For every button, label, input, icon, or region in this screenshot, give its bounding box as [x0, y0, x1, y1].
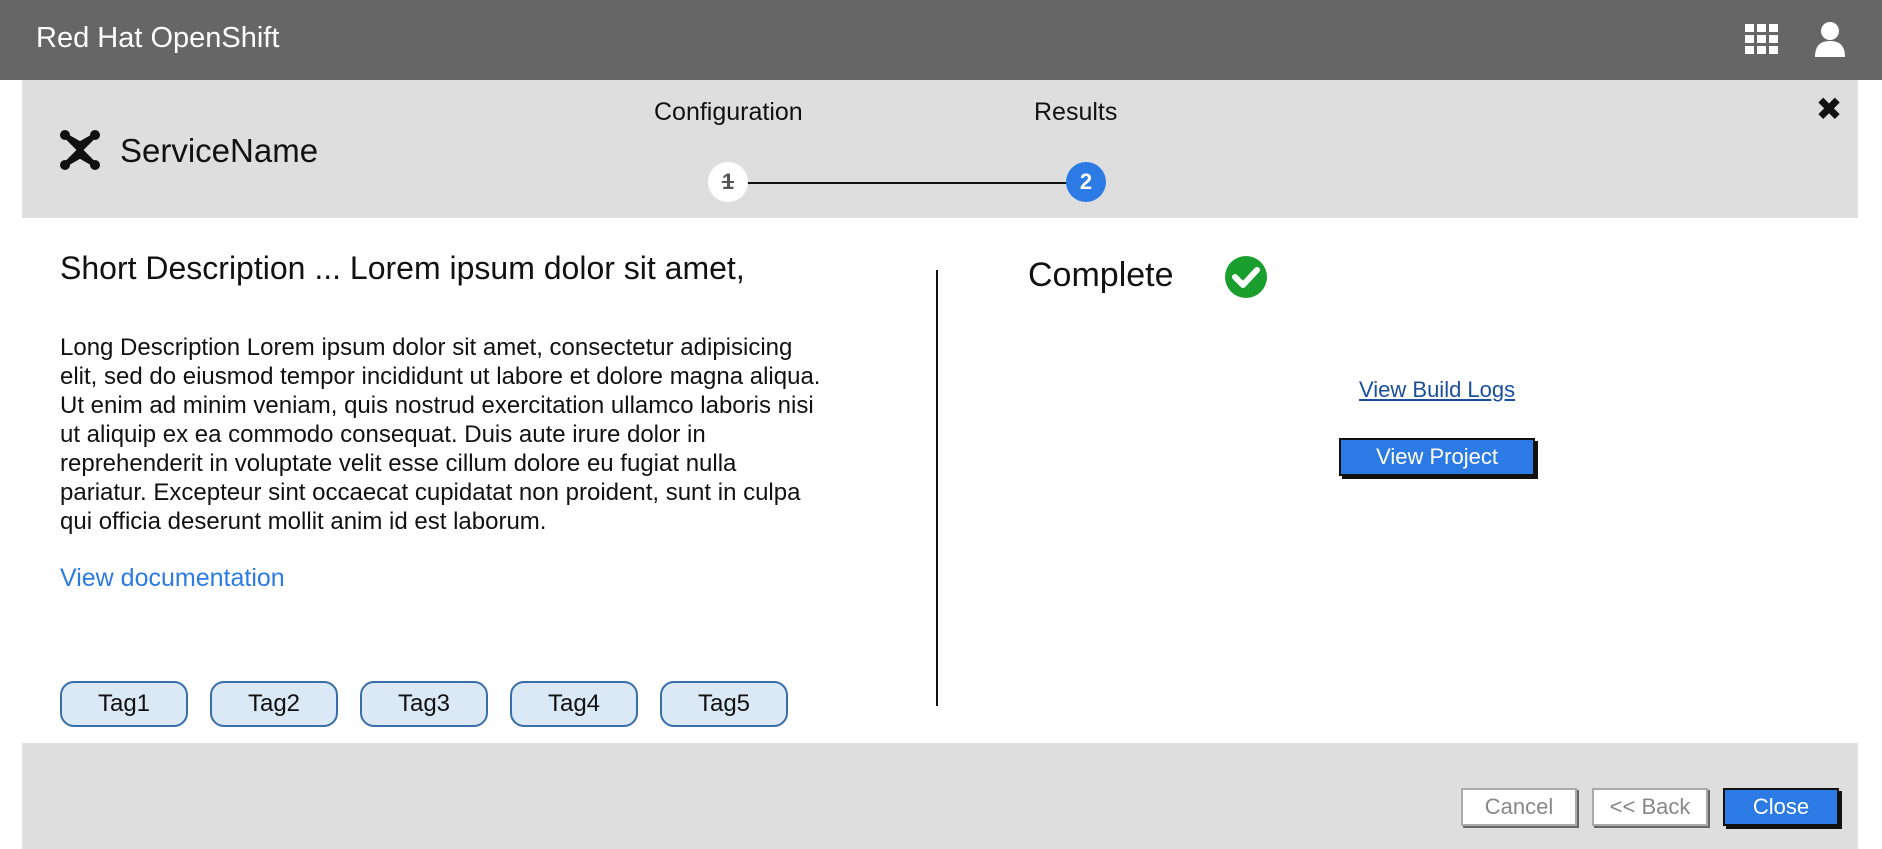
- step-configuration-label[interactable]: Configuration: [654, 98, 803, 127]
- column-divider: [936, 270, 938, 706]
- tag-1[interactable]: Tag1: [60, 681, 188, 727]
- long-description-line: qui officia deserunt mollit anim id est …: [60, 508, 547, 535]
- masthead: Red Hat OpenShift: [0, 0, 1882, 80]
- step-1-indicator[interactable]: 1: [708, 162, 748, 202]
- view-project-button[interactable]: View Project: [1339, 438, 1535, 476]
- step-connector: [732, 182, 1092, 184]
- tag-3[interactable]: Tag3: [360, 681, 488, 727]
- wizard-footer: Cancel << Back Close: [22, 743, 1858, 849]
- check-circle-icon: [1225, 256, 1267, 298]
- step-2-indicator[interactable]: 2: [1066, 162, 1106, 202]
- user-icon[interactable]: [1813, 21, 1847, 57]
- long-description-line: pariatur. Excepteur sint occaecat cupida…: [60, 479, 801, 506]
- brand-title: Red Hat OpenShift: [36, 22, 280, 54]
- long-description: Long Description Lorem ipsum dolor sit a…: [60, 333, 880, 536]
- service-name: ServiceName: [120, 132, 319, 169]
- status-complete-label: Complete: [1028, 256, 1174, 294]
- wizard-header: ServiceName Configuration Results 1 2 ✖: [22, 80, 1858, 218]
- wizard-modal: ServiceName Configuration Results 1 2 ✖ …: [22, 80, 1858, 849]
- short-description: Short Description ... Lorem ipsum dolor …: [60, 250, 745, 286]
- long-description-line: elit, sed do eiusmod tempor incididunt u…: [60, 363, 821, 390]
- back-button[interactable]: << Back: [1592, 788, 1708, 826]
- grid-icon[interactable]: [1745, 24, 1779, 54]
- cancel-button[interactable]: Cancel: [1461, 788, 1577, 826]
- tag-4[interactable]: Tag4: [510, 681, 638, 727]
- long-description-line: reprehenderit in voluptate velit esse ci…: [60, 450, 737, 477]
- long-description-line: ut aliquip ex ea commodo consequat. Duis…: [60, 421, 706, 448]
- tag-2[interactable]: Tag2: [210, 681, 338, 727]
- view-build-logs-link[interactable]: View Build Logs: [1359, 377, 1515, 403]
- step-results-label[interactable]: Results: [1034, 98, 1117, 127]
- long-description-line: Ut enim ad minim veniam, quis nostrud ex…: [60, 392, 814, 419]
- view-documentation-link[interactable]: View documentation: [60, 564, 285, 593]
- tag-5[interactable]: Tag5: [660, 681, 788, 727]
- close-button[interactable]: Close: [1723, 788, 1839, 826]
- joomla-icon: [58, 128, 102, 172]
- long-description-line: Long Description Lorem ipsum dolor sit a…: [60, 334, 793, 361]
- close-icon[interactable]: ✖: [1812, 92, 1846, 126]
